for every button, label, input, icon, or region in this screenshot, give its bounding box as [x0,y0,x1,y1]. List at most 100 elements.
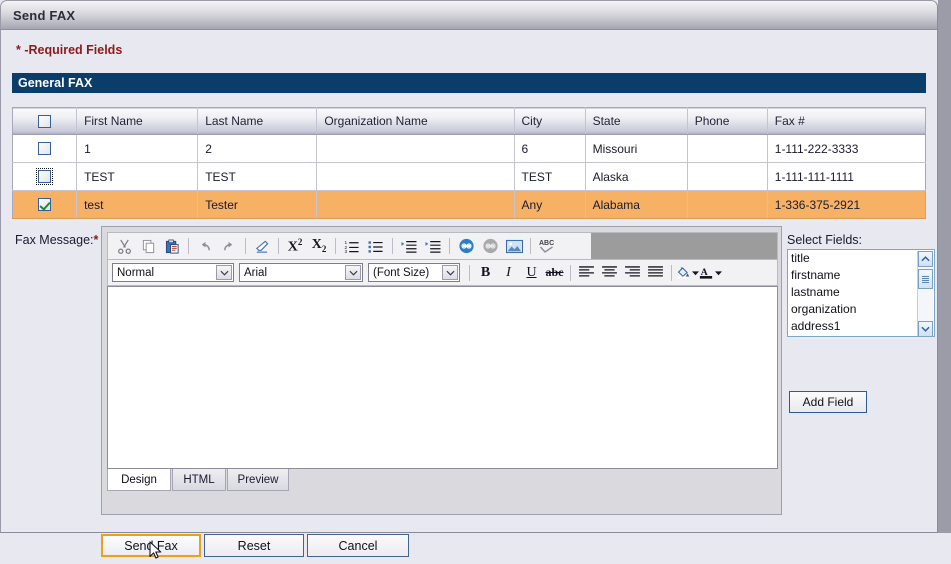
chevron-down-icon[interactable] [715,265,722,281]
align-right-icon[interactable] [621,262,644,283]
toolbar-separator [530,238,531,254]
cell-organization [316,134,515,163]
unlink-icon[interactable] [479,236,501,257]
column-header: First Name [76,107,199,135]
editor-content-area[interactable] [107,286,778,469]
chevron-down-icon[interactable] [345,265,361,280]
underline-icon[interactable]: U [520,262,543,283]
scroll-up-icon[interactable] [918,251,933,267]
send-fax-button[interactable]: Send Fax [101,534,201,557]
redo-icon[interactable] [218,236,240,257]
listbox-scrollbar[interactable] [917,251,933,336]
align-center-icon[interactable] [598,262,621,283]
bold-icon[interactable]: B [474,262,497,283]
paragraph-style-value: Normal [117,266,155,279]
cut-icon[interactable] [113,236,135,257]
table-header-row: First Name Last Name Organization Name City… [12,107,926,135]
editor-tab-html[interactable]: HTML [172,469,226,491]
superscript-icon[interactable]: X2 [284,236,306,257]
row-select-cell [12,134,78,163]
select-fields-option[interactable]: lastname [788,284,934,301]
cancel-button[interactable]: Cancel [307,534,409,557]
undo-icon[interactable] [194,236,216,257]
select-fields-option[interactable]: address1 [788,318,934,335]
reset-button[interactable]: Reset [204,534,304,557]
window-body: * -Required Fields General FAX First Nam… [0,30,938,559]
row-checkbox-wrap[interactable] [36,168,54,185]
strikethrough-icon[interactable]: abc [543,262,566,283]
add-field-button[interactable]: Add Field [789,391,867,413]
toolbar-separator [570,264,571,281]
spellcheck-icon[interactable]: ABC [536,236,558,257]
scrollbar-thumb[interactable] [918,269,933,289]
table-row[interactable]: 1 2 6 Missouri 1-111-222-3333 [12,134,926,163]
select-fields-listbox[interactable]: title firstname lastname organization addres… [787,249,935,337]
editor-tab-design[interactable]: Design [107,469,171,491]
table-row[interactable]: test Tester Any Alabama 1-336-375-2921 [12,190,926,219]
send-fax-window: Send FAX * -Required Fields General FAX … [0,0,951,559]
select-all-checkbox[interactable] [38,114,52,128]
scrollbar-grip [922,275,929,283]
row-checkbox[interactable] [38,142,52,155]
align-left-icon[interactable] [575,262,598,283]
cell-state: Alabama [585,190,688,219]
window-right-gutter [938,0,951,533]
paragraph-style-select[interactable]: Normal [112,263,234,282]
chevron-down-icon[interactable] [216,265,232,280]
indent-icon[interactable] [398,236,420,257]
column-header: Organization Name [316,107,515,135]
font-size-value: (Font Size) [373,266,430,279]
select-fields-option[interactable]: organization [788,301,934,318]
link-icon[interactable] [455,236,477,257]
outdent-icon[interactable] [422,236,444,257]
eraser-icon[interactable] [251,236,273,257]
cell-city: Any [514,190,586,219]
font-size-select[interactable]: (Font Size) [368,263,460,282]
select-fields-option[interactable]: firstname [788,267,934,284]
column-header: State [585,107,688,135]
editor-tab-preview[interactable]: Preview [227,469,289,491]
unordered-list-icon[interactable] [365,236,387,257]
subscript-icon[interactable]: X2 [308,236,330,257]
svg-text:ABC: ABC [539,240,554,247]
row-checkbox-wrap[interactable] [36,196,53,213]
italic-label: I [506,264,511,280]
column-header: Last Name [197,107,318,135]
chevron-down-icon[interactable] [442,265,458,280]
toolbar-separator [278,238,279,254]
cell-city: 6 [514,134,586,163]
italic-icon[interactable]: I [497,262,520,283]
font-color-icon[interactable]: A [699,262,722,283]
select-fields-option[interactable]: title [788,250,934,267]
cell-phone [687,134,768,163]
ordered-list-icon[interactable]: 123 [341,236,363,257]
font-family-select[interactable]: Arial [239,263,363,282]
cell-phone [687,162,768,191]
table-body: 1 2 6 Missouri 1-111-222-3333 TEST TEST TEST Ala… [12,134,926,219]
editor-toolbar-row-2: Normal Arial (Font Size) B I U abc A [107,259,778,286]
editor-toolbar-row-1: X2 X2 123 ABC [107,232,778,259]
bold-label: B [480,264,491,280]
paste-icon[interactable] [161,236,183,257]
table-row[interactable]: TEST TEST TEST Alaska 1-111-111-1111 [12,162,926,191]
row-checkbox[interactable] [38,170,52,183]
copy-icon[interactable] [137,236,159,257]
select-all-checkbox-wrap[interactable] [36,113,53,130]
scroll-down-icon[interactable] [918,321,933,336]
chevron-down-icon[interactable] [692,265,699,281]
align-justify-icon[interactable] [644,262,667,283]
row-checkbox-wrap[interactable] [36,140,53,157]
fax-message-label-text: Fax Message: [15,233,94,247]
section-header-general-fax: General FAX [12,73,926,93]
select-all-header [12,107,78,135]
font-family-value: Arial [244,266,268,279]
image-icon[interactable] [503,236,525,257]
paint-bucket-icon[interactable] [676,262,699,283]
toolbar-separator [671,264,672,281]
row-checkbox[interactable] [38,198,52,211]
toolbar-separator [335,238,336,254]
window-title: Send FAX [13,8,76,23]
select-fields-options: title firstname lastname organization addres… [788,250,934,335]
fax-message-label: Fax Message:* [15,233,98,247]
cell-fax: 1-111-111-1111 [767,162,926,191]
